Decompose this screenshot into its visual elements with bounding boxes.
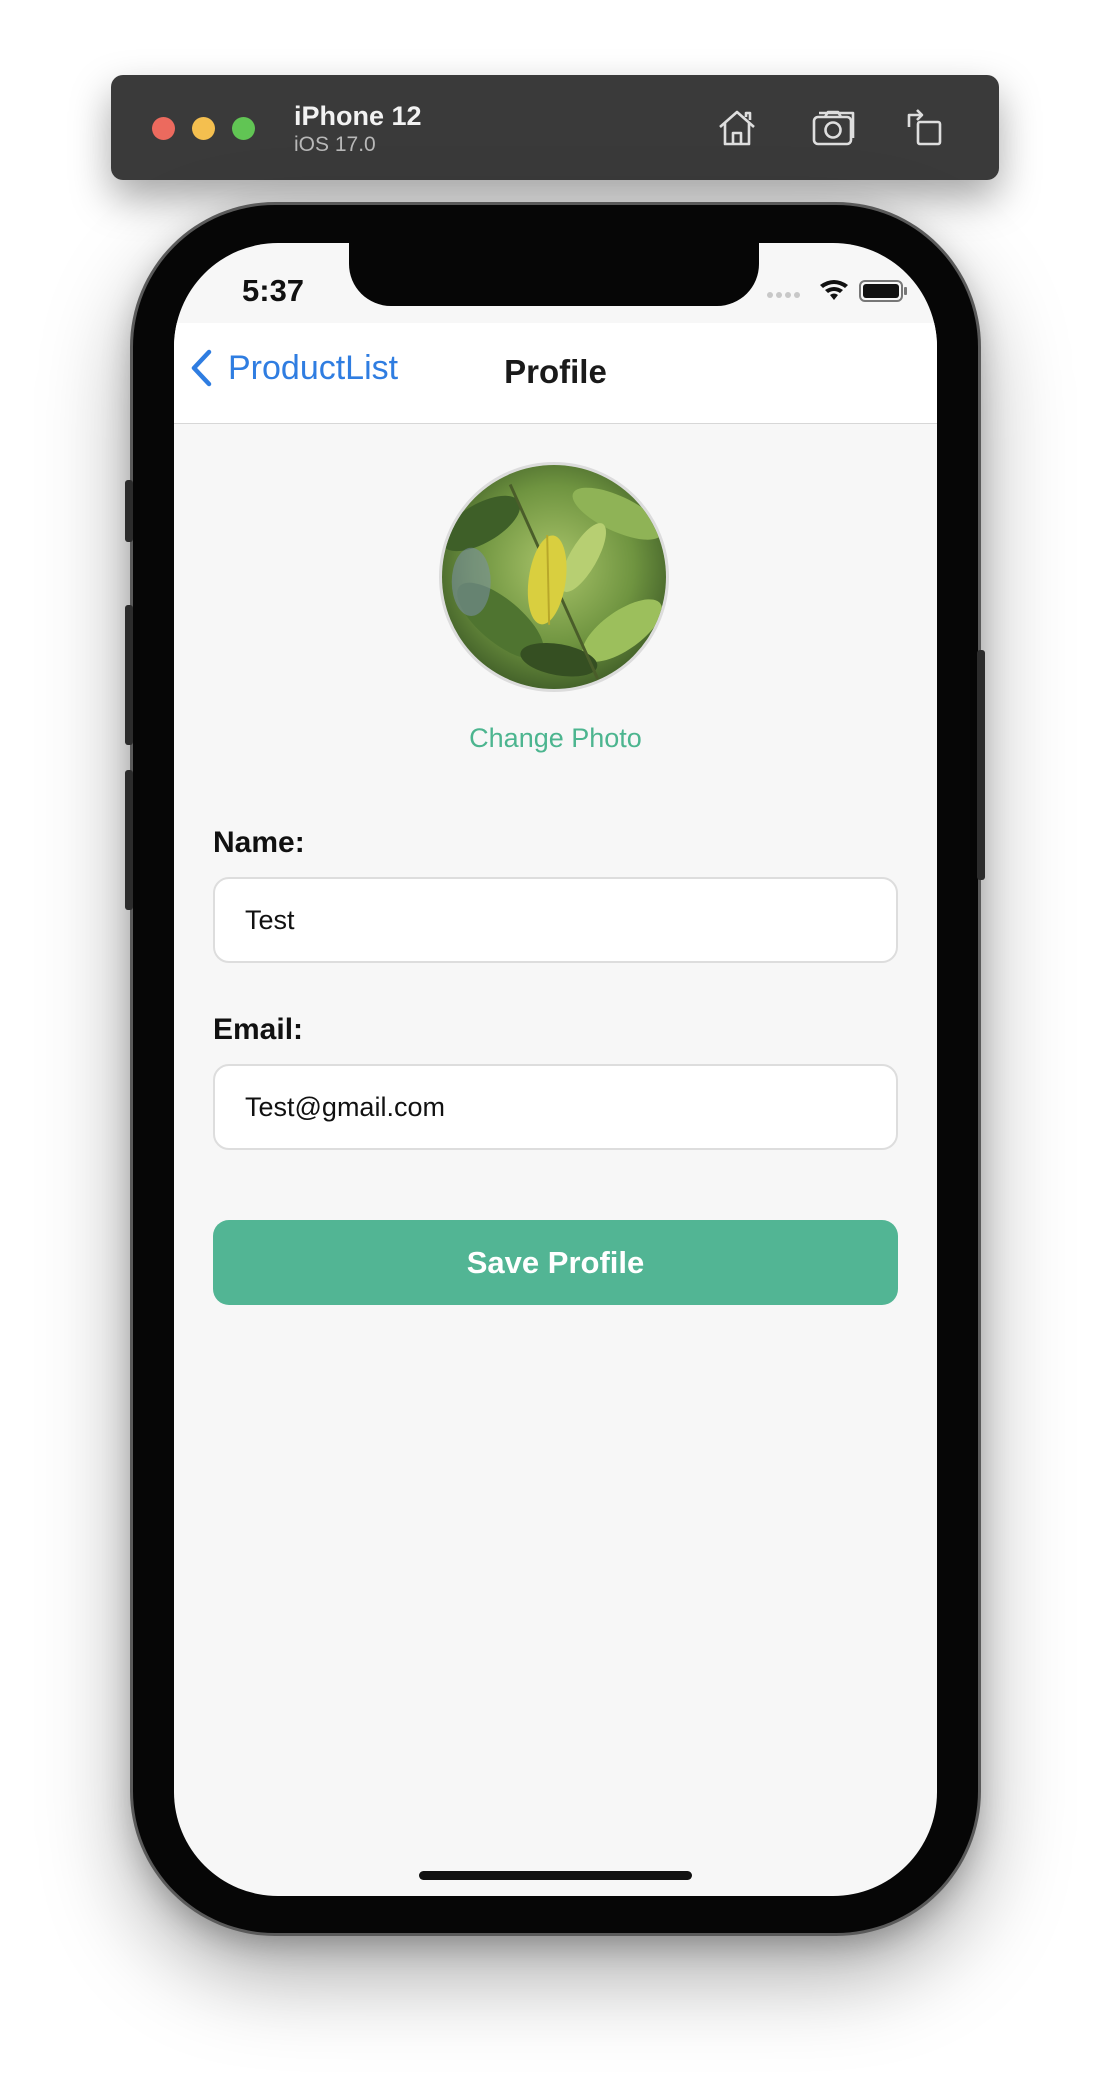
status-time: 5:37	[242, 273, 305, 308]
profile-photo	[439, 462, 669, 692]
name-field[interactable]	[213, 877, 898, 963]
save-profile-button[interactable]: Save Profile	[213, 1220, 898, 1305]
email-field[interactable]	[213, 1064, 898, 1150]
device-name: iPhone 12	[294, 101, 422, 131]
rotate-icon[interactable]	[901, 105, 947, 151]
screenshot-icon[interactable]	[811, 105, 857, 151]
wifi-icon	[820, 280, 848, 300]
notch	[349, 243, 759, 306]
os-version: iOS 17.0	[294, 133, 376, 156]
minimize-window-button[interactable]	[192, 117, 215, 140]
close-window-button[interactable]	[152, 117, 175, 140]
profile-photo-image	[442, 465, 666, 689]
change-photo-button[interactable]: Change Photo	[174, 723, 937, 754]
email-label: Email:	[213, 1013, 304, 1046]
phone-screen: 5:37 ProductList Profile Change Photo Na…	[174, 243, 937, 1896]
volume-down-button	[125, 770, 133, 910]
signal-icon	[767, 292, 800, 298]
mute-switch	[125, 480, 133, 542]
home-icon[interactable]	[714, 105, 760, 151]
navigation-bar: ProductList Profile	[174, 323, 937, 424]
zoom-window-button[interactable]	[232, 117, 255, 140]
status-icons	[767, 280, 907, 302]
volume-up-button	[125, 605, 133, 745]
battery-icon	[859, 280, 907, 302]
page-title: Profile	[504, 353, 607, 390]
power-button	[977, 650, 985, 880]
simulator-toolbar: iPhone 12 iOS 17.0	[111, 75, 999, 180]
home-indicator[interactable]	[419, 1871, 692, 1880]
name-label: Name:	[213, 826, 305, 859]
